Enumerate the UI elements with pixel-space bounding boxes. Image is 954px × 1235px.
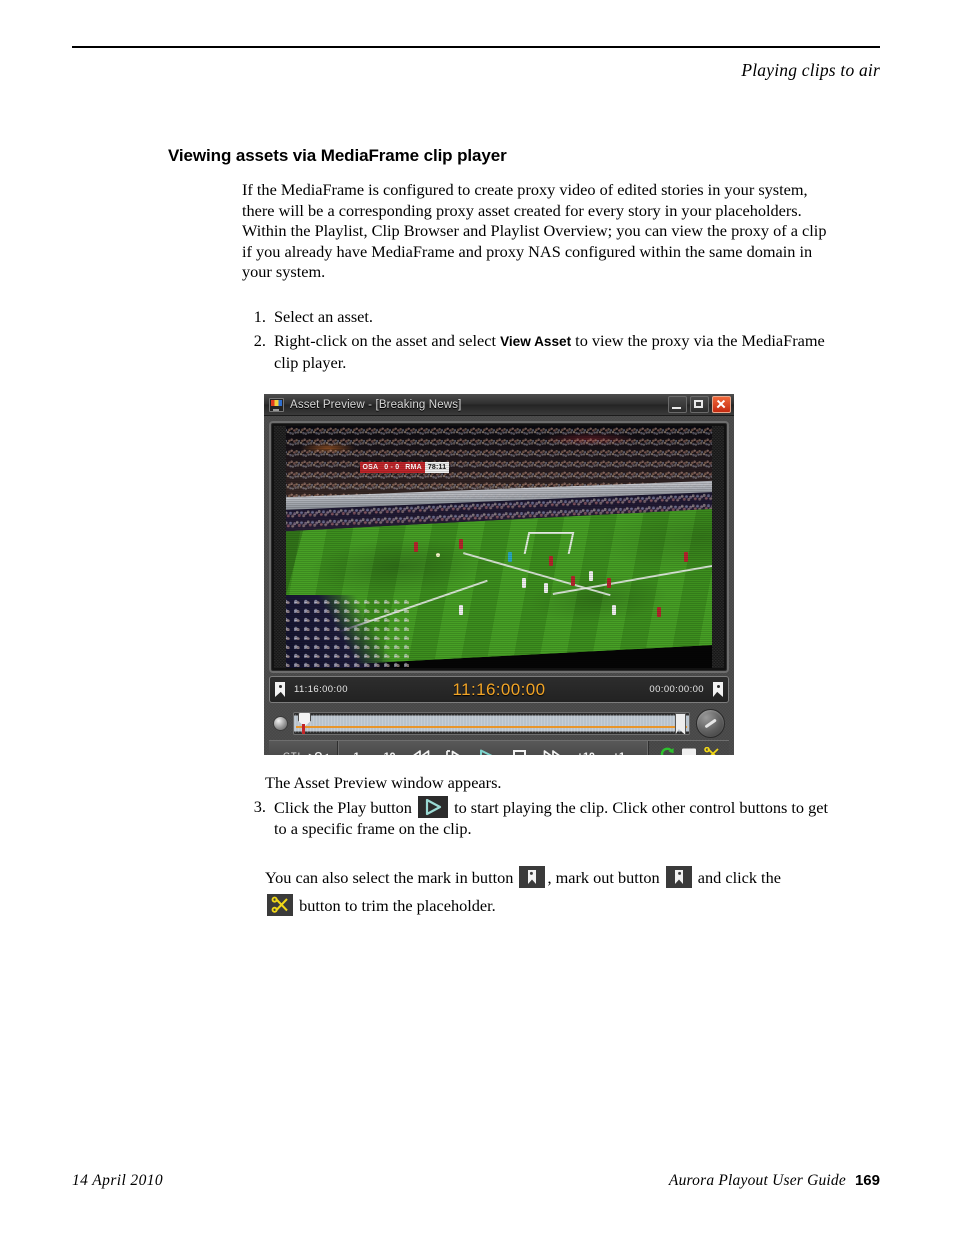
window-title: Asset Preview - [Breaking News]	[290, 398, 462, 411]
mark-in-flag-icon	[519, 866, 546, 888]
ui-menu-label: View Asset	[500, 334, 572, 349]
rewind-button[interactable]	[404, 741, 437, 755]
step-list-1: 1. Select an asset. 2. Right-click on th…	[242, 306, 842, 376]
footer-date: 14 April 2010	[72, 1172, 164, 1189]
transport-bar: CTL ▸O◂ -1 -10	[269, 740, 729, 755]
timecode-in-point: 11:16:00:00	[294, 684, 348, 695]
trim-text-2: , mark out button	[547, 868, 664, 887]
step-fwd-10-button[interactable]: +10	[569, 741, 602, 756]
maximize-icon[interactable]	[690, 396, 709, 413]
timecode-duration: 00:00:00:00	[649, 684, 704, 695]
video-shell: OSA 0 - 0 RMA 78:11	[269, 421, 729, 673]
player	[611, 604, 616, 615]
scrub-track[interactable]	[293, 711, 690, 735]
ctl-label: CTL	[283, 751, 304, 755]
monitor-bubble-icon[interactable]	[681, 747, 697, 755]
mark-out-flag-icon	[665, 866, 692, 888]
list-item: 2. Right-click on the asset and select V…	[242, 330, 842, 373]
running-head: Playing clips to air	[741, 60, 880, 80]
goal-frame	[523, 532, 575, 555]
close-icon[interactable]	[712, 396, 731, 413]
score-bug-home: OSA	[359, 462, 382, 474]
mark-out-flag-icon[interactable]	[713, 682, 723, 697]
step-number: 2.	[253, 331, 266, 350]
footer-page-number: 169	[854, 1172, 880, 1189]
step-text-before: Select an asset.	[274, 307, 374, 326]
step-list-2: 3. Click the Play button to start playin…	[242, 796, 842, 842]
player	[571, 575, 575, 586]
ctl-value: ▸O◂	[309, 751, 328, 755]
position-knob-button[interactable]	[273, 715, 288, 731]
score-bug-away: RMA	[402, 462, 425, 474]
trim-text-3: and click the	[693, 868, 781, 887]
score-bug-clock: 78:11	[424, 462, 450, 474]
player	[589, 570, 593, 581]
stop-button[interactable]	[503, 741, 536, 755]
near-side-crowd	[274, 595, 409, 668]
step-number: 3.	[253, 797, 266, 816]
step-back-10-button[interactable]: -10	[371, 741, 404, 756]
player	[458, 539, 463, 550]
transport-right-icons	[648, 741, 729, 755]
ctl-indicator[interactable]: CTL ▸O◂	[269, 741, 339, 755]
score-bug: OSA 0 - 0 RMA 78:11	[359, 462, 450, 474]
trim-paragraph: You can also select the mark in button ,…	[265, 864, 825, 920]
player	[656, 607, 661, 618]
fast-forward-button[interactable]	[536, 741, 569, 755]
step-back-1-button[interactable]: -1	[338, 741, 371, 756]
list-item: 1. Select an asset.	[242, 306, 842, 327]
step-text: Right-click on the asset and select View…	[274, 330, 842, 373]
footer-guide-title: Aurora Playout User Guide	[668, 1172, 846, 1189]
step-text: Select an asset.	[274, 306, 842, 327]
scrubber-row	[269, 708, 729, 738]
player	[683, 551, 688, 562]
timecode-current: 11:16:00:00	[452, 679, 546, 699]
track-texture	[295, 713, 688, 733]
list-item: 3. Click the Play button to start playin…	[242, 796, 842, 839]
play-button[interactable]	[470, 741, 503, 755]
cue-button[interactable]	[437, 741, 470, 755]
document-page: Playing clips to air Viewing assets via …	[0, 0, 954, 1235]
intro-paragraph: If the MediaFrame is configured to creat…	[242, 180, 827, 282]
player	[521, 578, 526, 589]
video-preview[interactable]: OSA 0 - 0 RMA 78:11	[274, 426, 724, 668]
step-text-before: Click the Play button	[274, 798, 416, 817]
step-number: 1.	[253, 307, 266, 326]
scissors-trim-icon	[267, 894, 293, 916]
video-pillarbox-left	[274, 426, 286, 668]
trim-text-1: You can also select the mark in button	[265, 868, 518, 887]
footer-right: Aurora Playout User Guide 169	[669, 1172, 880, 1190]
score-bug-score: 0 - 0	[381, 462, 403, 474]
monitor-icon	[269, 397, 284, 412]
player	[548, 556, 553, 567]
player	[544, 582, 548, 593]
loop-refresh-icon[interactable]	[660, 747, 674, 755]
step-text: Click the Play button to start playing t…	[274, 796, 842, 839]
window-title-bar[interactable]: Asset Preview - [Breaking News]	[264, 394, 734, 416]
player	[413, 541, 418, 552]
timecode-bar: 11:16:00:00 11:16:00:00 00:00:00:00	[269, 676, 729, 703]
mark-in-flag-icon[interactable]	[275, 682, 285, 697]
step-fwd-1-button[interactable]: +1	[602, 741, 635, 756]
page-title: Viewing assets via MediaFrame clip playe…	[168, 146, 507, 165]
video-pillarbox-right	[712, 426, 724, 668]
play-icon	[418, 796, 448, 818]
player	[607, 578, 611, 589]
header-rule	[72, 46, 880, 48]
transport-buttons: -1 -10	[338, 741, 648, 755]
asset-preview-window[interactable]: Asset Preview - [Breaking News] OSA 0 - …	[264, 394, 734, 755]
scissors-trim-icon[interactable]	[704, 746, 720, 755]
playhead-handle[interactable]	[298, 712, 311, 734]
window-buttons	[668, 396, 731, 413]
track-progress-line	[296, 725, 687, 728]
window-body: OSA 0 - 0 RMA 78:11 11:16:00:00 11:16:00…	[264, 416, 734, 755]
minimize-icon[interactable]	[668, 396, 687, 413]
player	[458, 604, 463, 615]
trim-text-4: button to trim the placeholder.	[295, 896, 496, 915]
step-text-before: Right-click on the asset and select	[274, 331, 501, 350]
player	[508, 551, 512, 562]
jog-dial[interactable]	[696, 708, 725, 738]
ball	[436, 552, 440, 557]
figure-caption: The Asset Preview window appears.	[265, 773, 502, 792]
